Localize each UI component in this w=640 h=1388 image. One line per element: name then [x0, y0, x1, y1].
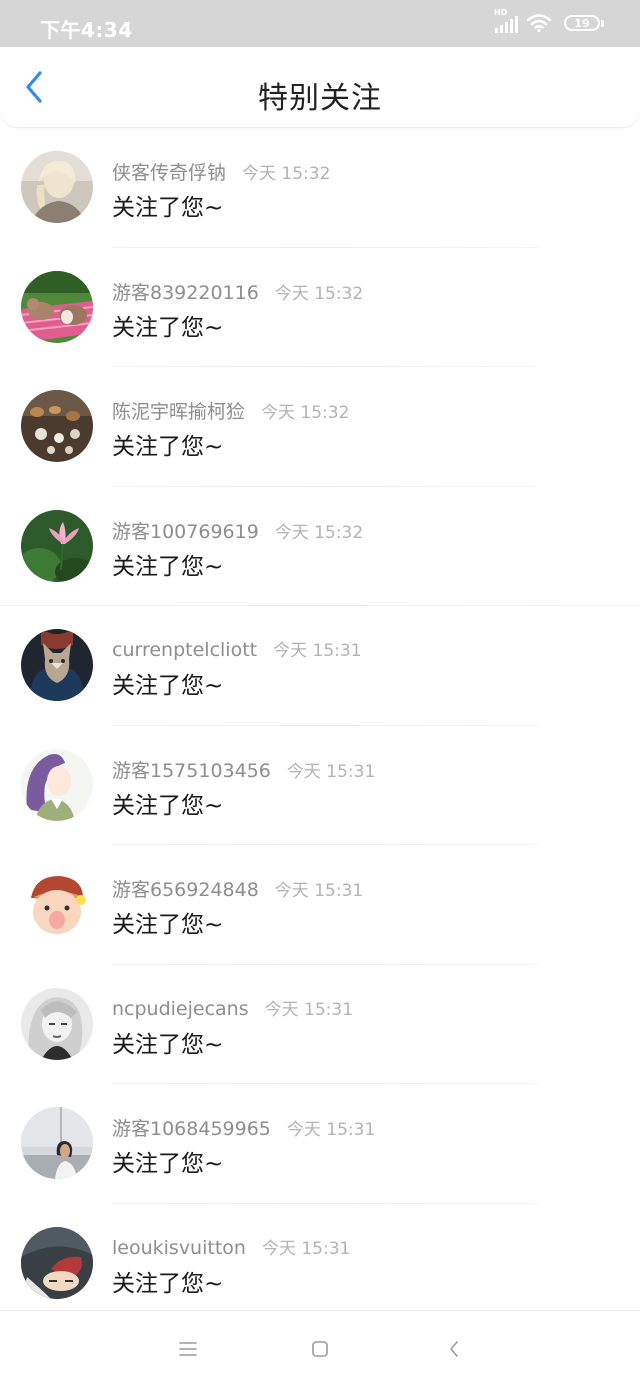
follower-name[interactable]: 游客839220116: [112, 282, 259, 304]
avatar[interactable]: [21, 390, 93, 462]
battery-tip: [601, 19, 604, 27]
status-icons: HD 19: [494, 9, 604, 33]
follow-time: 今天 15:31: [274, 881, 364, 901]
avatar[interactable]: [21, 509, 93, 582]
follower-name[interactable]: 游客1575103456: [112, 760, 271, 782]
follower-name[interactable]: 陈泥宇晖揄柯猃: [112, 401, 245, 423]
network-label: HD: [494, 8, 508, 17]
follow-message: 关注了您~: [112, 912, 224, 938]
follow-time: 今天 15:31: [286, 761, 376, 782]
avatar[interactable]: [21, 1107, 93, 1179]
avatar[interactable]: [21, 1226, 93, 1299]
list-item[interactable]: currenptelcliott 今天 15:31 关注了您~: [0, 606, 640, 726]
list-item[interactable]: 游客1575103456 今天 15:31 关注了您~: [0, 726, 640, 845]
follower-name[interactable]: 游客1068459965: [112, 1118, 271, 1140]
follow-message: 关注了您~: [112, 195, 224, 221]
list-item[interactable]: 游客656924848 今天 15:31 关注了您~: [0, 845, 640, 965]
follower-name[interactable]: 游客656924848: [112, 879, 259, 901]
follow-time: 今天 15:31: [286, 1120, 376, 1140]
follower-name[interactable]: 侠客传奇俘钠: [112, 162, 226, 184]
avatar[interactable]: [21, 151, 93, 223]
follow-message: 关注了您~: [112, 792, 224, 819]
list-item[interactable]: 游客1068459965 今天 15:31 关注了您~: [0, 1084, 640, 1204]
follow-message: 关注了您~: [112, 1270, 224, 1297]
battery-icon: 19: [564, 15, 600, 31]
avatar[interactable]: [21, 987, 93, 1060]
list-item[interactable]: 游客839220116 今天 15:32 关注了您~: [0, 248, 640, 367]
wifi-icon: [526, 13, 552, 33]
follow-message: 关注了您~: [112, 434, 224, 460]
system-nav-bar: [0, 1310, 640, 1388]
header: 特别关注: [0, 47, 640, 128]
avatar[interactable]: [21, 868, 93, 940]
nav-back-icon: [447, 1339, 461, 1363]
menu-button[interactable]: [170, 1333, 206, 1369]
follow-time: 今天 15:31: [273, 641, 362, 661]
follow-time: 今天 15:31: [264, 999, 354, 1020]
follow-message: 关注了您~: [112, 314, 224, 341]
follower-name[interactable]: ncpudiejecans: [112, 998, 249, 1020]
avatar[interactable]: [21, 629, 93, 701]
follow-message: 关注了您~: [112, 673, 224, 699]
home-button[interactable]: [302, 1333, 338, 1369]
list-item[interactable]: leoukisvuitton 今天 15:31 关注了您~: [0, 1204, 640, 1324]
list-item[interactable]: 侠客传奇俘钠 今天 15:32 关注了您~: [0, 128, 640, 248]
follow-message: 关注了您~: [112, 1151, 224, 1177]
signal-icon: HD: [494, 9, 518, 33]
follower-name[interactable]: leoukisvuitton: [112, 1237, 246, 1259]
avatar[interactable]: [21, 748, 93, 821]
follow-time: 今天 15:32: [274, 522, 364, 543]
follower-name[interactable]: 游客100769619: [112, 521, 259, 543]
page-title: 特别关注: [258, 81, 382, 116]
status-bar: 下午4:34 HD 19: [0, 0, 640, 47]
follow-time: 今天 15:32: [261, 403, 350, 423]
square-home-icon: [310, 1339, 330, 1363]
avatar[interactable]: [21, 270, 93, 343]
follow-time: 今天 15:31: [261, 1238, 351, 1259]
follower-name[interactable]: currenptelcliott: [112, 639, 257, 661]
list-item[interactable]: ncpudiejecans 今天 15:31 关注了您~: [0, 965, 640, 1084]
list-item[interactable]: 陈泥宇晖揄柯猃 今天 15:32 关注了您~: [0, 367, 640, 487]
status-time: 下午4:34: [40, 18, 133, 42]
follow-time: 今天 15:32: [242, 164, 331, 184]
battery-level: 19: [574, 16, 590, 30]
system-back-button[interactable]: [436, 1333, 472, 1369]
list-item[interactable]: 游客100769619 今天 15:32 关注了您~: [0, 487, 640, 606]
menu-icon: [178, 1341, 198, 1361]
follower-list: 侠客传奇俘钠 今天 15:32 关注了您~ 游客839220116 今天 15:32…: [0, 128, 640, 1323]
follow-time: 今天 15:32: [274, 283, 364, 304]
follow-message: 关注了您~: [112, 1031, 224, 1058]
follow-message: 关注了您~: [112, 553, 224, 580]
